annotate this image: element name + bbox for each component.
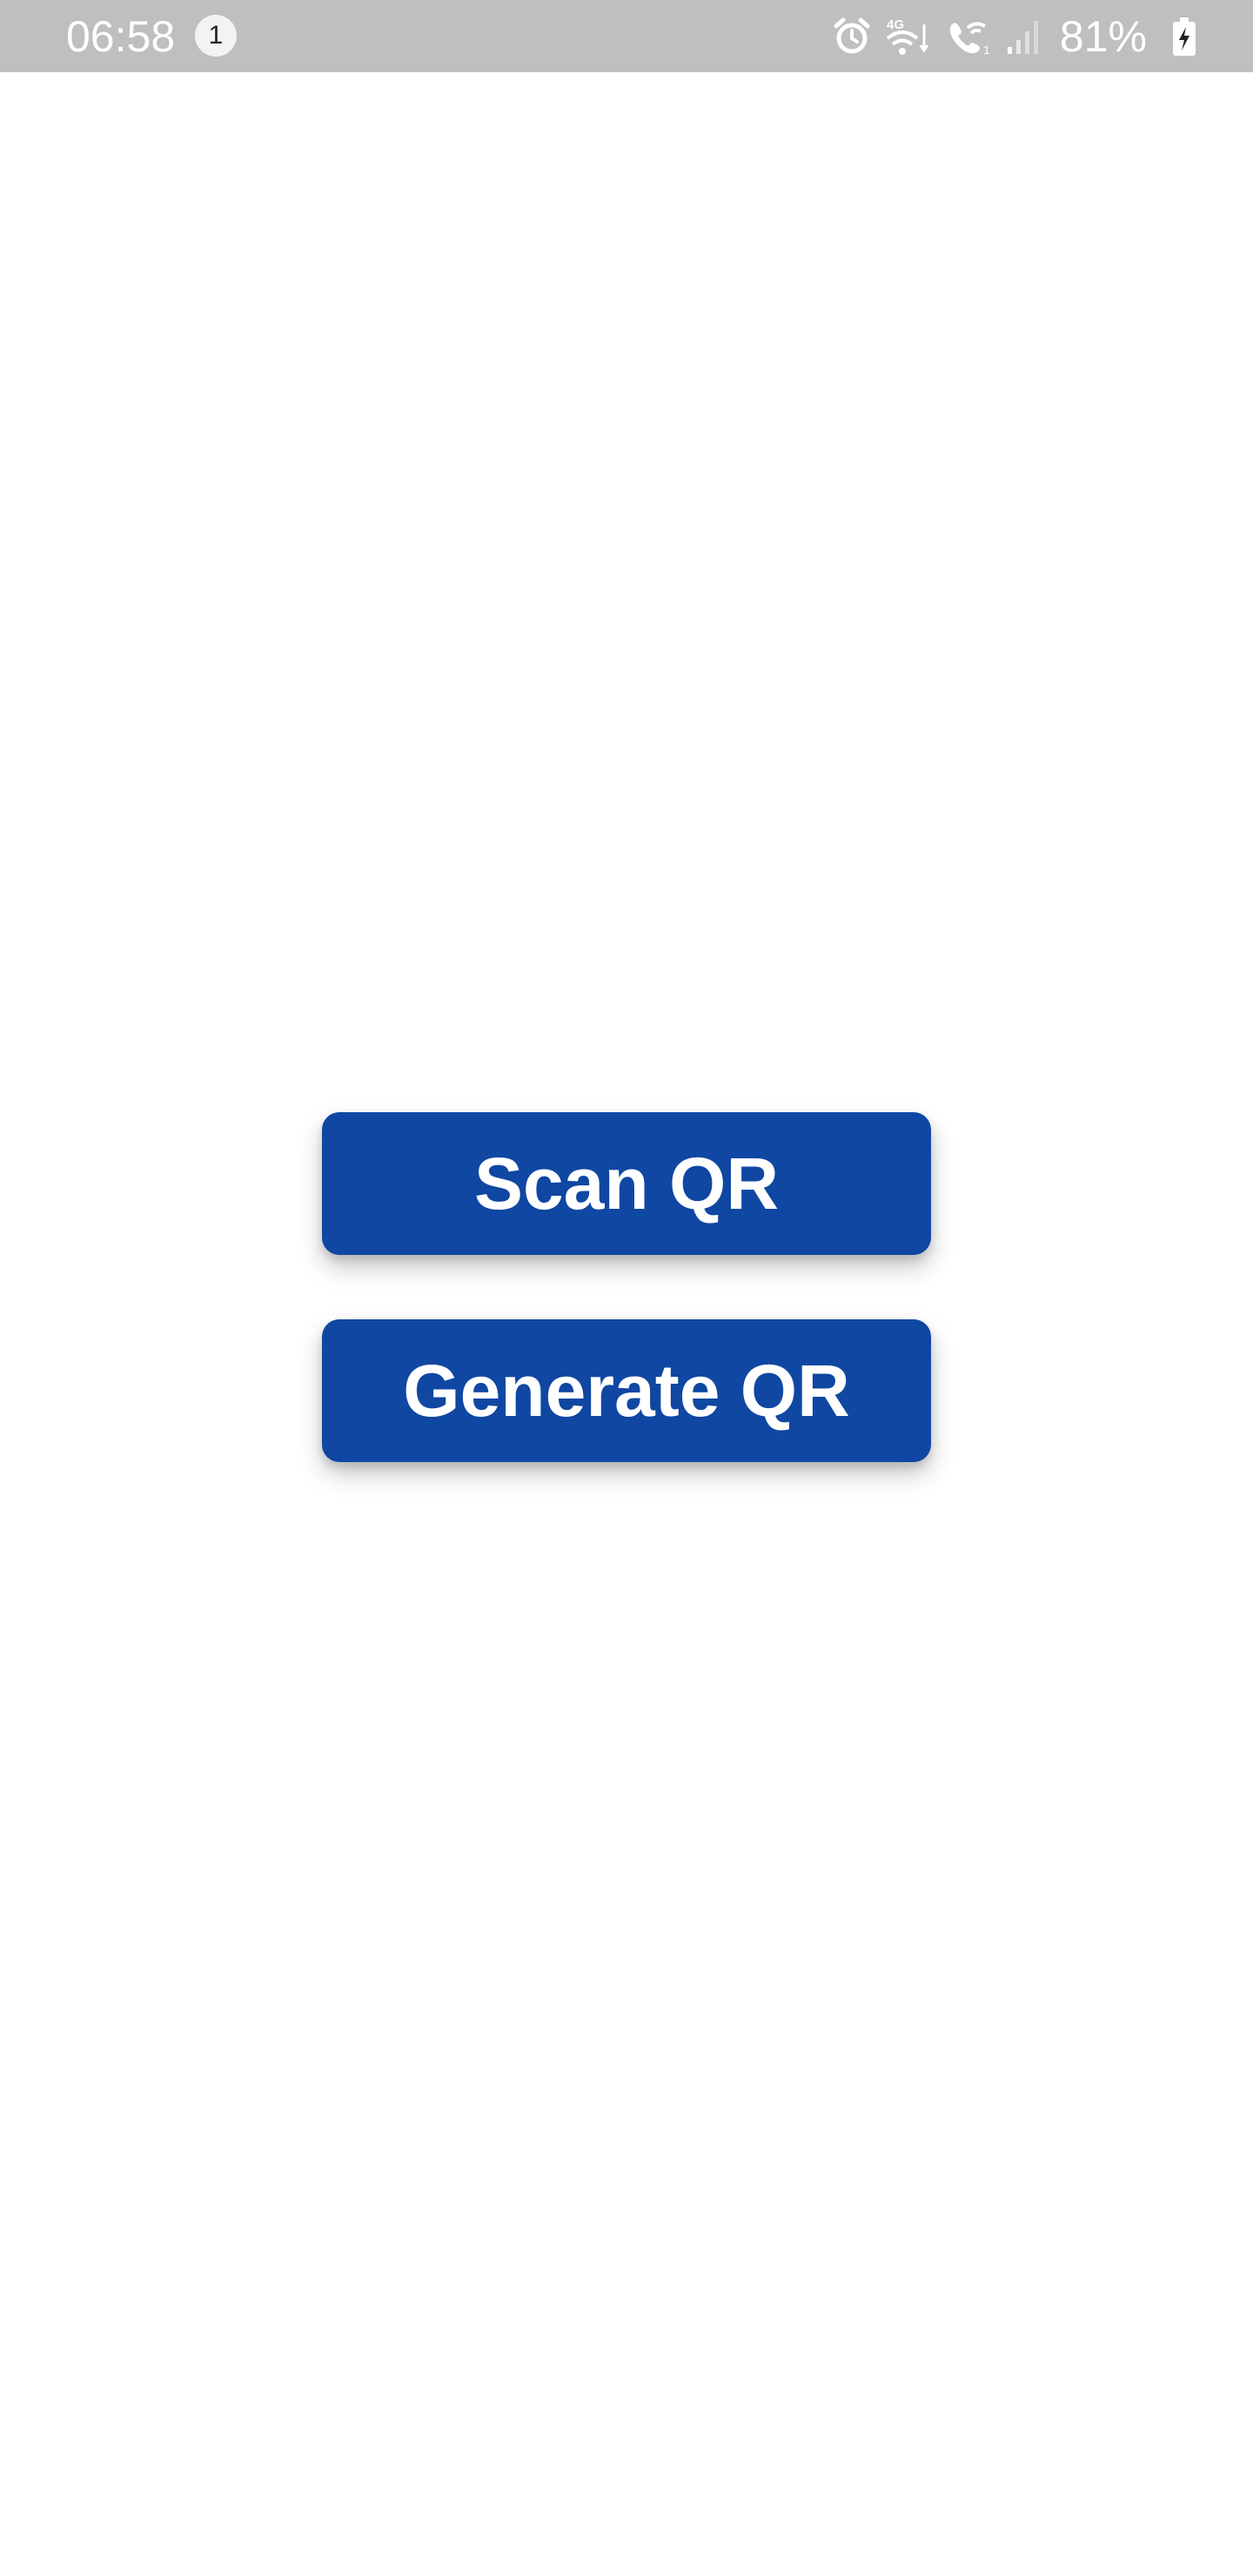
battery-charging-icon xyxy=(1171,17,1197,57)
alarm-icon xyxy=(832,17,872,57)
main-content: Scan QR Generate QR xyxy=(0,72,1253,2576)
status-bar: 06:58 1 4G 1 81% xyxy=(0,0,1253,72)
generate-qr-button[interactable]: Generate QR xyxy=(322,1319,931,1462)
wifi-4g-icon: 4G xyxy=(884,16,935,57)
status-icons: 4G 1 81% xyxy=(820,12,1197,61)
svg-text:1: 1 xyxy=(983,43,990,57)
battery-percentage: 81% xyxy=(1059,12,1147,61)
wifi-calling-icon: 1 xyxy=(947,16,994,57)
status-time: 06:58 xyxy=(66,12,176,61)
notification-badge: 1 xyxy=(195,15,237,57)
svg-text:4G: 4G xyxy=(887,17,904,32)
signal-icon xyxy=(1006,17,1041,56)
scan-qr-button[interactable]: Scan QR xyxy=(322,1112,931,1255)
